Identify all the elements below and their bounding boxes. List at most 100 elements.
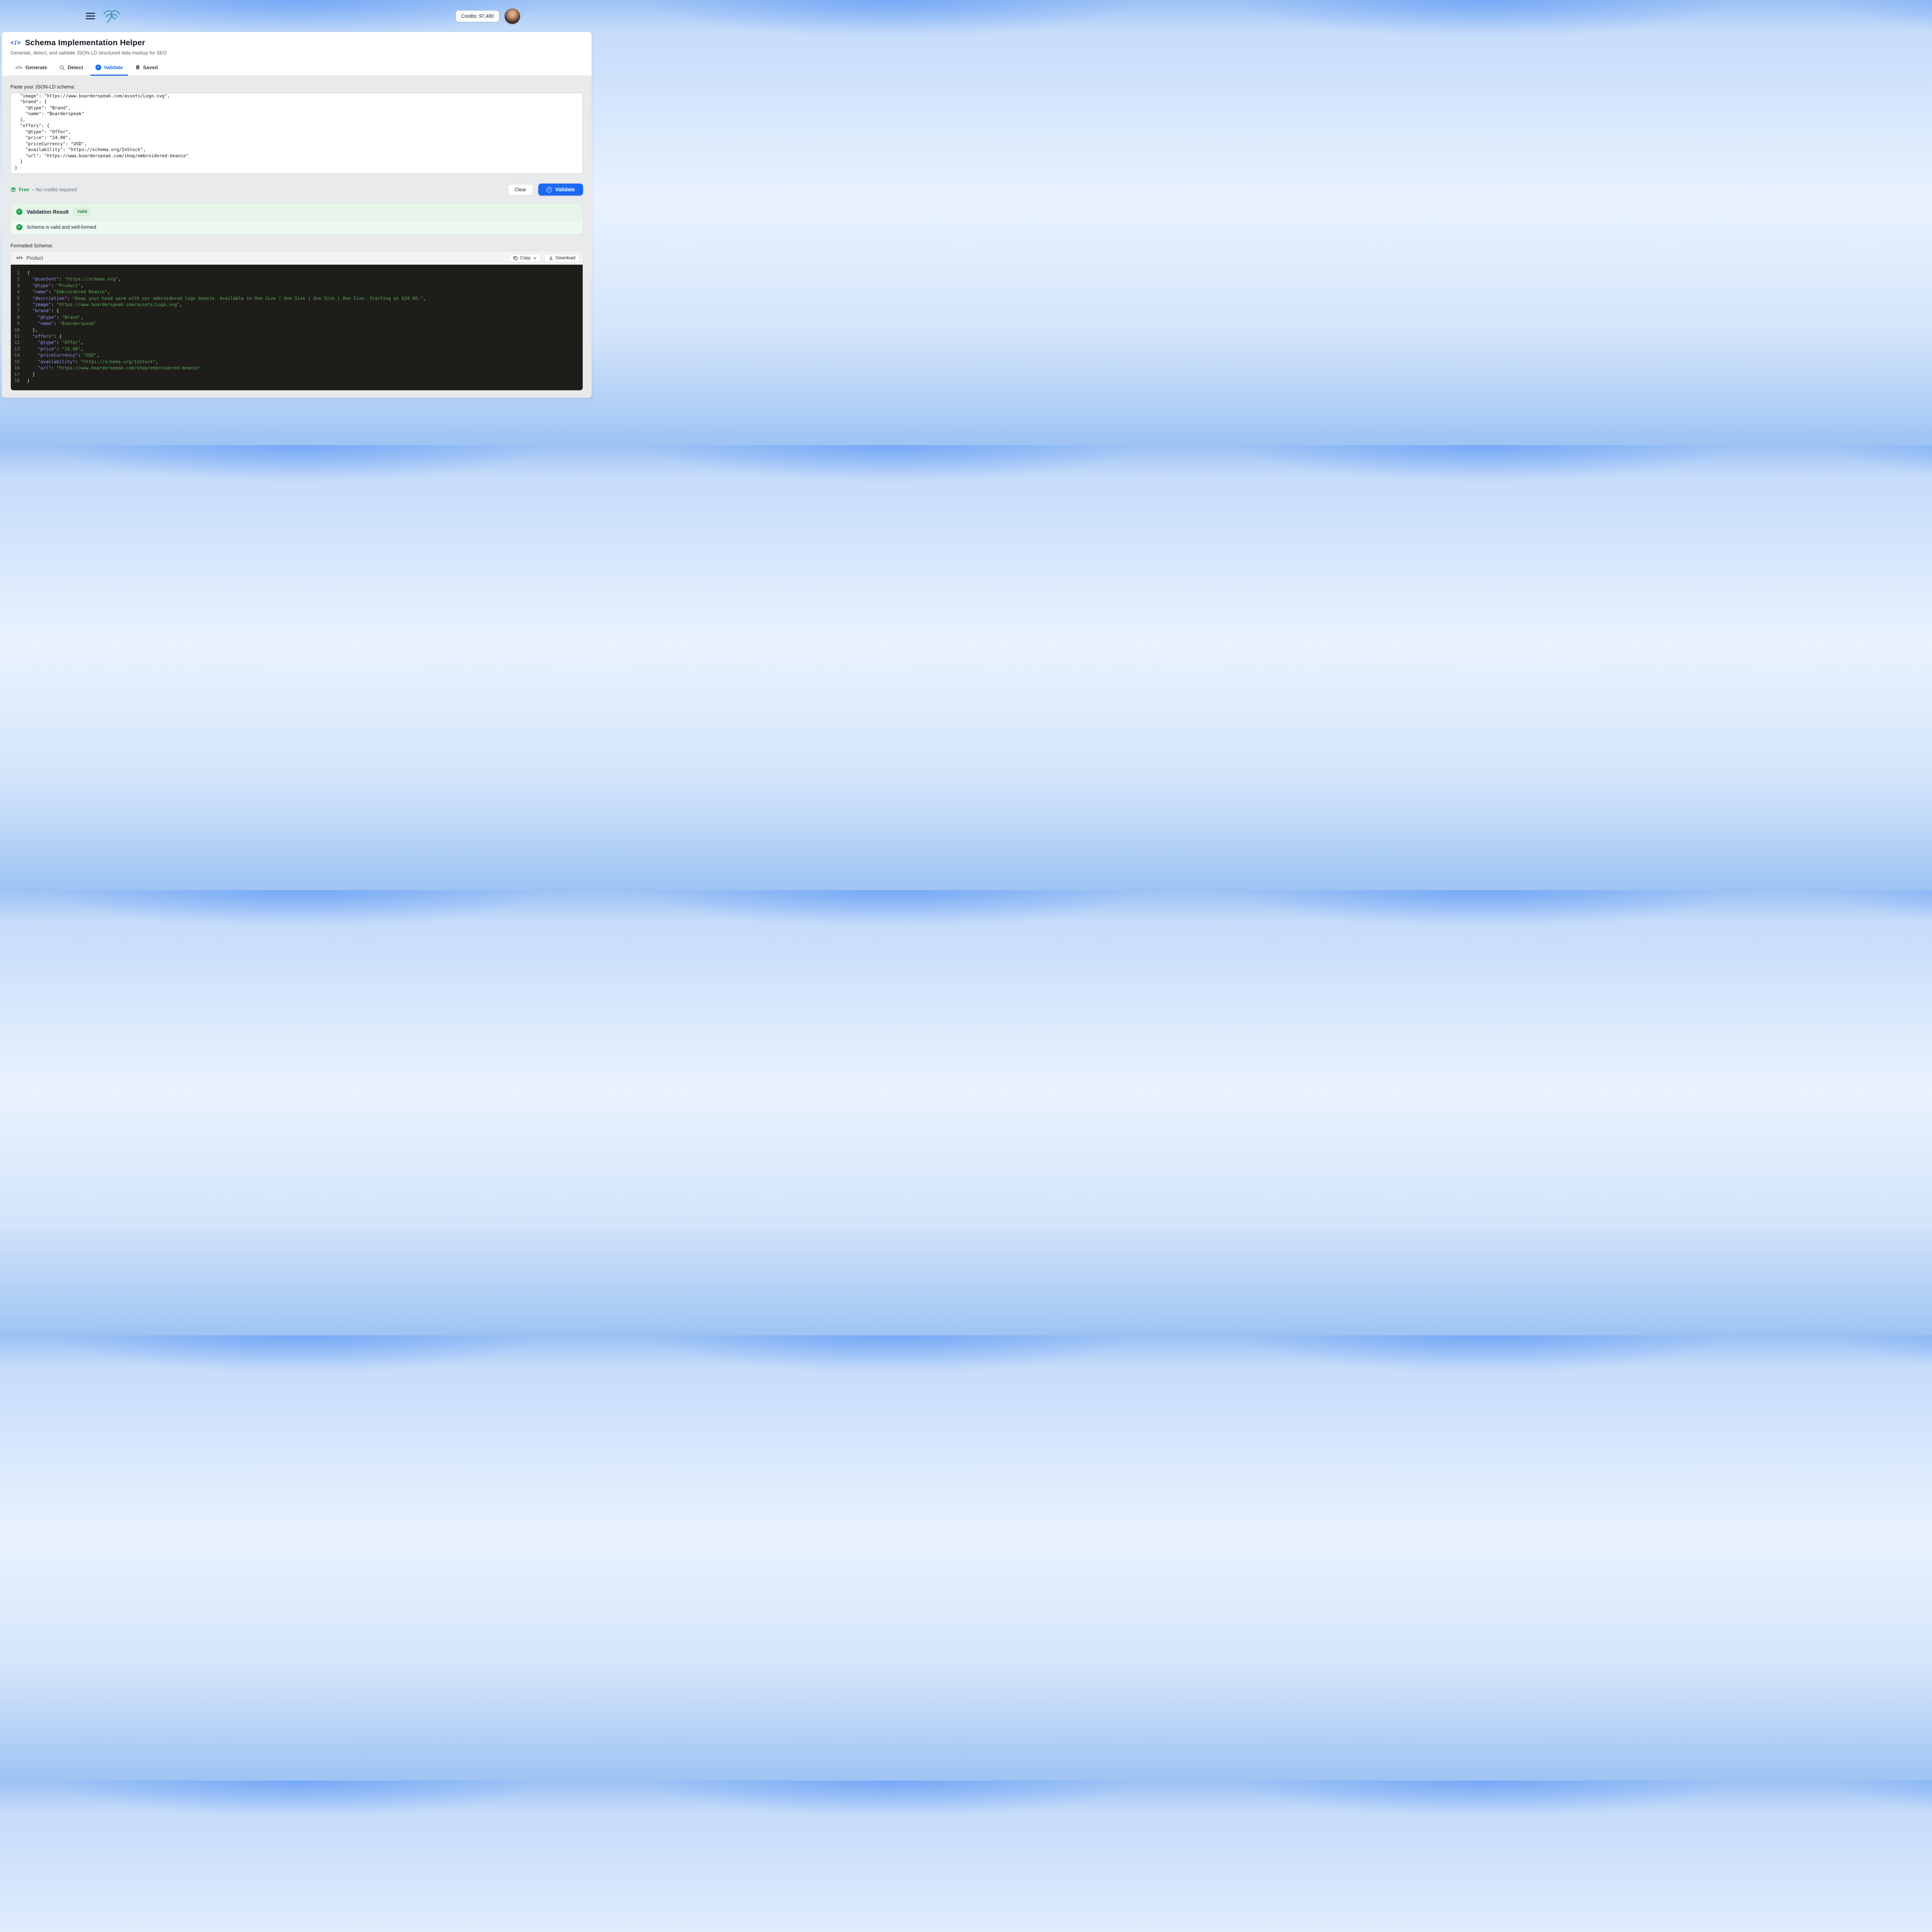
validation-result-title: Validation Result [27, 209, 69, 215]
valid-badge: Valid [73, 208, 92, 216]
code-line: 9 "name": "Boarderspeak" [14, 320, 577, 327]
code-line: 18} [14, 378, 577, 384]
code-text: "description": "Keep your head warm with… [27, 295, 426, 301]
free-info: Free – No credits required [10, 187, 77, 192]
code-text: "url": "https://www.boarderspeak.com/sho… [27, 365, 201, 371]
code-line: 3 "@type": "Product", [14, 282, 577, 289]
code-text: "name": "Boarderspeak" [27, 320, 97, 327]
code-text: "@type": "Product", [27, 282, 83, 289]
code-text: } [27, 371, 35, 378]
tab-label: Detect [68, 65, 83, 70]
code-line: 4 "name": "Embroidered Beanie", [14, 289, 577, 295]
schema-input-label: Paste your JSON-LD schema: [10, 84, 583, 90]
validate-button-label: Validate [555, 187, 575, 192]
validate-button[interactable]: ✓ Validate [538, 184, 583, 196]
free-label: Free [19, 187, 29, 192]
code-text: "name": "Embroidered Beanie", [27, 289, 110, 295]
line-number: 8 [14, 314, 27, 320]
topbar: Credits: 97,480 [0, 0, 594, 32]
code-text: } [27, 378, 30, 384]
check-icon: ✓ [546, 187, 552, 192]
code-text: "availability": "https://schema.org/InSt… [27, 359, 158, 365]
action-row: Free – No credits required Clear ✓ Valid… [10, 184, 583, 196]
schema-input[interactable]: { "@context": "https://schema.org", "@ty… [10, 93, 583, 174]
gift-icon [10, 187, 16, 192]
app-logo[interactable] [101, 8, 122, 24]
download-button[interactable]: Download [544, 254, 580, 262]
copy-icon [513, 256, 518, 260]
tab-label: Generate [26, 65, 47, 70]
code-icon: </> [15, 65, 23, 70]
line-number: 6 [14, 301, 27, 308]
free-note: – No credits required [32, 187, 77, 192]
code-icon: </> [16, 256, 23, 260]
validate-panel: Paste your JSON-LD schema: { "@context":… [2, 76, 592, 398]
code-text: { [27, 270, 30, 276]
search-icon [60, 65, 65, 70]
code-line: 16 "url": "https://www.boarderspeak.com/… [14, 365, 577, 371]
line-number: 5 [14, 295, 27, 301]
formatted-schema-header: </> Product Copy [11, 252, 583, 265]
line-number: 18 [14, 378, 27, 384]
code-line: 17 } [14, 371, 577, 378]
code-text: "offers": { [27, 333, 62, 339]
tab-label: Saved [143, 65, 158, 70]
code-line: 2 "@context": "https://schema.org", [14, 276, 577, 282]
code-text: "brand": { [27, 308, 59, 314]
line-number: 15 [14, 359, 27, 365]
code-text: "priceCurrency": "USD", [27, 352, 99, 358]
bookmark-icon [135, 65, 140, 70]
check-badge-icon: ✓ [95, 65, 101, 70]
credits-badge: Credits: 97,480 [456, 10, 499, 22]
line-number: 9 [14, 320, 27, 327]
copy-button[interactable]: Copy [509, 254, 541, 262]
line-number: 16 [14, 365, 27, 371]
code-line: 11 "offers": { [14, 333, 577, 339]
wings-logo-icon [101, 8, 122, 24]
check-circle-icon: ✓ [16, 224, 22, 230]
tab-generate[interactable]: </> Generate [10, 61, 52, 76]
check-circle-icon: ✓ [16, 209, 22, 215]
code-line: 8 "@type": "Brand", [14, 314, 577, 320]
code-line: 10 }, [14, 327, 577, 333]
validation-message: Schema is valid and well-formed [27, 224, 96, 230]
schema-type: </> Product [16, 255, 43, 261]
main-card: </> Schema Implementation Helper Generat… [2, 32, 592, 398]
validation-result-header: ✓ Validation Result Valid [11, 204, 583, 220]
validation-result-panel: ✓ Validation Result Valid ✓ Schema is va… [10, 203, 583, 235]
line-number: 2 [14, 276, 27, 282]
code-line: 7 "brand": { [14, 308, 577, 314]
tab-validate[interactable]: ✓ Validate [90, 61, 128, 76]
code-text: }, [27, 327, 38, 333]
line-number: 11 [14, 333, 27, 339]
code-text: "price": "24.00", [27, 346, 83, 352]
code-icon: </> [10, 39, 21, 47]
line-number: 4 [14, 289, 27, 295]
tab-bar: </> Generate Detect ✓ Validate Saved [10, 61, 583, 76]
download-button-label: Download [556, 256, 575, 260]
tab-label: Validate [104, 65, 123, 70]
code-text: "image": "https://www.boarderspeak.com/a… [27, 301, 182, 308]
page-title: Schema Implementation Helper [25, 38, 145, 48]
line-number: 12 [14, 339, 27, 345]
download-icon [549, 256, 553, 260]
clear-button[interactable]: Clear [508, 184, 533, 196]
line-number: 17 [14, 371, 27, 378]
code-line: 12 "@type": "Offer", [14, 339, 577, 345]
chevron-down-icon [533, 256, 537, 260]
line-number: 10 [14, 327, 27, 333]
line-number: 7 [14, 308, 27, 314]
code-line: 5 "description": "Keep your head warm wi… [14, 295, 577, 301]
code-text: "@context": "https://schema.org", [27, 276, 121, 282]
formatted-code-block: 1{2 "@context": "https://schema.org",3 "… [11, 265, 583, 390]
formatted-schema-label: Formatted Schema: [10, 243, 583, 248]
card-header: </> Schema Implementation Helper Generat… [2, 32, 592, 76]
avatar[interactable] [505, 9, 520, 24]
tab-detect[interactable]: Detect [54, 61, 88, 76]
tab-saved[interactable]: Saved [130, 61, 163, 76]
line-number: 14 [14, 352, 27, 358]
code-line: 1{ [14, 270, 577, 276]
page-subtitle: Generate, detect, and validate JSON-LD s… [10, 50, 583, 56]
code-text: "@type": "Offer", [27, 339, 83, 345]
hamburger-menu-icon[interactable] [86, 11, 95, 21]
